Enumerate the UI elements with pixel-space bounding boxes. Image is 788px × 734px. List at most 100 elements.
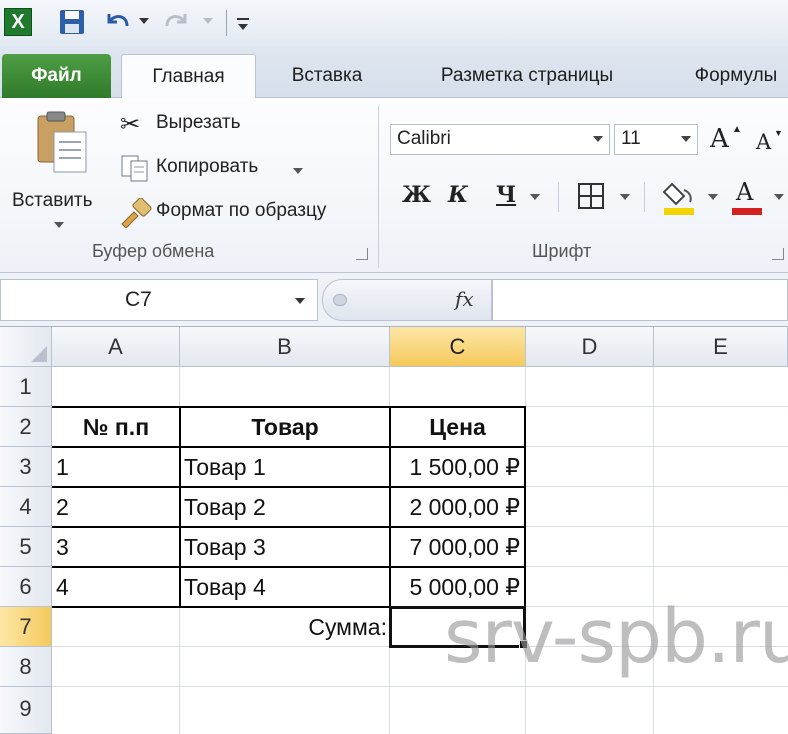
column-header-d[interactable]: D (526, 327, 654, 367)
font-name-dropdown-icon[interactable] (593, 136, 603, 142)
clipboard-dialog-launcher-icon[interactable] (356, 248, 368, 260)
cell-c2[interactable]: Цена (391, 408, 524, 446)
paste-label: Вставить (12, 190, 93, 211)
format-painter-icon (118, 197, 152, 229)
cell-c3[interactable]: 1 500,00 ₽ (391, 448, 520, 486)
paste-dropdown-icon (54, 222, 64, 228)
paste-button[interactable]: Вставить (6, 106, 110, 234)
font-name-combobox[interactable]: Calibri (390, 124, 610, 155)
quick-access-toolbar: X (0, 0, 788, 46)
customize-qat-icon[interactable] (234, 10, 252, 36)
tab-page-layout[interactable]: Разметка страницы (410, 54, 644, 98)
table-border (524, 406, 526, 608)
bold-button[interactable]: Ж (396, 180, 432, 214)
font-color-dropdown-icon[interactable] (774, 194, 784, 200)
borders-dropdown-icon[interactable] (620, 194, 630, 200)
row-header-1[interactable]: 1 (0, 367, 52, 407)
italic-button[interactable]: К (442, 180, 478, 214)
cell-c5[interactable]: 7 000,00 ₽ (391, 528, 520, 566)
borders-icon (578, 183, 604, 209)
cell-a2[interactable]: № п.п (53, 408, 179, 446)
tab-file[interactable]: Файл (2, 54, 111, 98)
fill-color-button[interactable] (662, 178, 702, 216)
copy-button[interactable]: Копировать (118, 152, 318, 186)
name-box-dropdown-icon[interactable] (295, 298, 305, 304)
group-separator (378, 106, 379, 268)
underline-dropdown-icon[interactable] (530, 194, 540, 200)
excel-logo-icon[interactable]: X (4, 8, 32, 36)
font-size-value: 11 (621, 128, 641, 149)
grow-arrow-icon: ▲ (732, 124, 742, 135)
paste-icon (34, 110, 90, 176)
cell-b5[interactable]: Товар 3 (184, 528, 266, 566)
shrink-font-button[interactable]: A ▼ (752, 128, 786, 158)
redo-dropdown-icon (203, 18, 213, 24)
column-header-b[interactable]: B (180, 327, 390, 367)
font-size-dropdown-icon[interactable] (681, 136, 691, 142)
row-header-9[interactable]: 9 (0, 687, 52, 734)
row-header-7[interactable]: 7 (0, 607, 52, 647)
shrink-font-icon: A (756, 130, 772, 154)
borders-button[interactable] (576, 182, 610, 214)
tab-formulas[interactable]: Формулы (676, 54, 788, 98)
bold-label: Ж (402, 182, 431, 208)
save-icon[interactable] (58, 8, 86, 36)
fill-color-dropdown-icon[interactable] (708, 194, 718, 200)
ribbon-tabs: Файл Главная Вставка Разметка страницы Ф… (0, 46, 788, 99)
cell-b2[interactable]: Товар (181, 408, 389, 446)
row-header-5[interactable]: 5 (0, 527, 52, 567)
cell-c4[interactable]: 2 000,00 ₽ (391, 488, 520, 526)
undo-dropdown-icon[interactable] (139, 18, 149, 24)
formula-bar-handle-icon[interactable] (333, 294, 347, 306)
row-header-6[interactable]: 6 (0, 567, 52, 607)
italic-label: К (448, 182, 469, 208)
cell-a5[interactable]: 3 (56, 528, 69, 566)
qat-separator (226, 10, 227, 36)
copy-label: Копировать (156, 156, 259, 177)
font-group-label: Шрифт (532, 241, 592, 261)
tab-home[interactable]: Главная (121, 54, 256, 99)
underline-label: Ч (496, 182, 517, 208)
grow-font-button[interactable]: A ▲ (708, 124, 742, 156)
row-header-8[interactable]: 8 (0, 647, 52, 687)
font-separator (558, 182, 559, 212)
column-header-e[interactable]: E (654, 327, 788, 367)
underline-button[interactable]: Ч (490, 180, 526, 214)
cut-button[interactable]: ✂ Вырезать (118, 108, 268, 142)
font-color-button[interactable]: A (730, 178, 770, 216)
copy-dropdown-icon[interactable] (293, 168, 303, 174)
watermark: srv-spb.ru (444, 594, 788, 680)
undo-icon[interactable] (102, 8, 132, 36)
cell-a4[interactable]: 2 (56, 488, 69, 526)
column-header-a[interactable]: A (52, 327, 180, 367)
insert-function-icon[interactable]: fx (455, 287, 474, 311)
gridline (52, 686, 788, 687)
formula-input[interactable] (492, 279, 788, 321)
select-all-corner[interactable] (0, 327, 52, 367)
scissors-icon: ✂ (120, 111, 141, 138)
font-dialog-launcher-icon[interactable] (772, 248, 784, 260)
cell-b7-sum-label[interactable]: Сумма: (181, 608, 387, 646)
row-header-3[interactable]: 3 (0, 447, 52, 487)
column-header-c[interactable]: C (390, 327, 526, 367)
format-painter-button[interactable]: Формат по образцу (118, 196, 370, 230)
fill-color-swatch (664, 208, 694, 215)
cell-a3[interactable]: 1 (56, 448, 69, 486)
cell-a6[interactable]: 4 (56, 568, 69, 606)
font-size-combobox[interactable]: 11 (614, 124, 698, 155)
formula-buttons: fx (322, 279, 492, 321)
name-box-value: C7 (125, 288, 152, 311)
font-color-swatch (732, 208, 762, 215)
grow-font-icon: A (710, 124, 729, 154)
row-header-4[interactable]: 4 (0, 487, 52, 527)
cell-b3[interactable]: Товар 1 (184, 448, 266, 486)
cell-b6[interactable]: Товар 4 (184, 568, 266, 606)
paint-bucket-icon (662, 182, 692, 206)
name-box[interactable]: C7 (0, 279, 318, 321)
formula-bar: C7 fx (0, 273, 788, 327)
row-header-2[interactable]: 2 (0, 407, 52, 447)
cell-b4[interactable]: Товар 2 (184, 488, 266, 526)
redo-icon (162, 8, 192, 36)
tab-insert[interactable]: Вставка (270, 54, 384, 98)
ribbon-home: Вставить ✂ Вырезать Копировать Формат по… (0, 98, 788, 273)
